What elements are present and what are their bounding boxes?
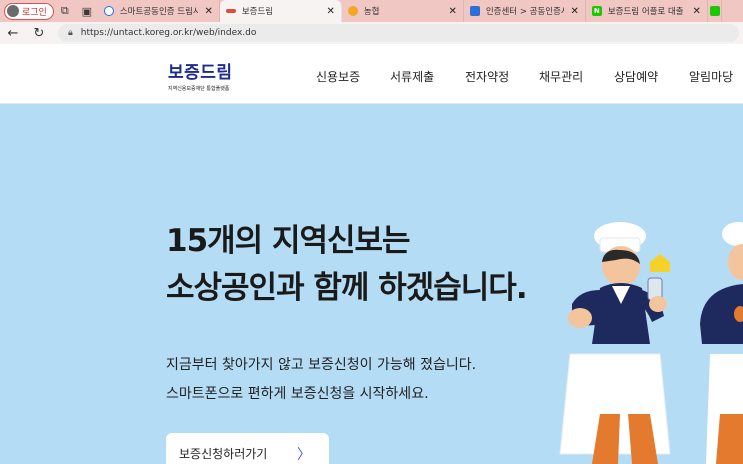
naver-icon: N [591, 6, 602, 16]
close-icon[interactable]: ✕ [570, 6, 578, 17]
tab-actions-icon[interactable]: ▣ [76, 0, 98, 22]
apply-guarantee-label: 보증신청하러가기 [179, 446, 268, 461]
chef-figure [559, 222, 671, 464]
house-icon [650, 254, 670, 272]
close-icon[interactable]: ✕ [204, 6, 212, 17]
hero-description-line2: 스마트폰으로 편하게 보증신청을 시작하세요. [166, 386, 429, 402]
nav-credit-guarantee[interactable]: 신용보증 [316, 68, 360, 85]
chef-illustration [559, 222, 743, 464]
tab-bojeung-loan[interactable]: N 보증드림 어플로 대출 ✕ [586, 0, 708, 22]
chevron-right-icon: 〉 [297, 447, 311, 463]
browser-tab-bar: 로그인 ⧉ ▣ 스마트공동인증 드림시 ✕ 보증드림 ✕ 농협 ✕ 인증센터 >… [0, 0, 743, 22]
nav-consult-booking[interactable]: 상담예약 [614, 68, 658, 85]
nh-icon [347, 6, 358, 16]
url-text: https://untact.koreg.or.kr/web/index.do [80, 28, 257, 38]
workspaces-icon[interactable]: ⧉ [54, 0, 76, 22]
nav-notice[interactable]: 알림마당 [689, 68, 733, 85]
cert-icon [469, 6, 480, 16]
logo[interactable]: 보증드림 지역신용보증재단 통합플랫폼 [168, 58, 233, 92]
address-bar: ← ↻ 🔒︎ https://untact.koreg.or.kr/web/in… [0, 22, 743, 44]
nav-debt-management[interactable]: 채무관리 [539, 68, 583, 85]
logo-subtitle: 지역신용보증재단 통합플랫폼 [168, 86, 230, 92]
tab-nonghyup[interactable]: 농협 ✕ [342, 0, 464, 22]
tab-smart-cert[interactable]: 스마트공동인증 드림시 ✕ [98, 0, 220, 22]
logo-title: 보증드림 [168, 63, 233, 83]
lock-icon: 🔒︎ [68, 28, 73, 38]
site-header: 보증드림 지역신용보증재단 통합플랫폼 신용보증 서류제출 전자약정 채무관리 … [0, 44, 743, 104]
close-icon[interactable]: ✕ [692, 6, 700, 17]
url-field[interactable]: 🔒︎ https://untact.koreg.or.kr/web/index.… [58, 24, 739, 42]
apply-guarantee-button[interactable]: 보증신청하러가기 〉 [166, 433, 329, 464]
hero-headline-line1: 15개의 지역신보는 [166, 223, 411, 259]
more-tab-icon [709, 6, 720, 16]
back-icon[interactable]: ← [0, 26, 26, 41]
site-icon [225, 9, 236, 13]
search-icon [103, 6, 114, 16]
nav-document-submit[interactable]: 서류제출 [390, 68, 434, 85]
profile-label: 로그인 [22, 7, 47, 18]
nav-e-contract[interactable]: 전자약정 [465, 68, 509, 85]
hero-description-line1: 지금부터 찾아가지 않고 보증신청이 가능해 졌습니다. [166, 357, 477, 373]
refresh-icon[interactable]: ↻ [26, 26, 52, 41]
hero-banner: 15개의 지역신보는 소상공인과 함께 하겠습니다. 지금부터 찾아가지 않고 … [0, 104, 743, 464]
tab-bojeung-dream[interactable]: 보증드림 ✕ [219, 0, 342, 22]
avatar-icon [7, 5, 19, 17]
profile-button[interactable]: 로그인 [4, 2, 54, 20]
tab-overflow[interactable] [708, 0, 722, 22]
hero-headline-line2: 소상공인과 함께 하겠습니다. [166, 270, 528, 306]
close-icon[interactable]: ✕ [326, 6, 334, 17]
tab-cert-center[interactable]: 인증센터 > 공동인증서 ✕ [464, 0, 586, 22]
chef-figure-2 [700, 222, 743, 464]
close-icon[interactable]: ✕ [448, 6, 456, 17]
